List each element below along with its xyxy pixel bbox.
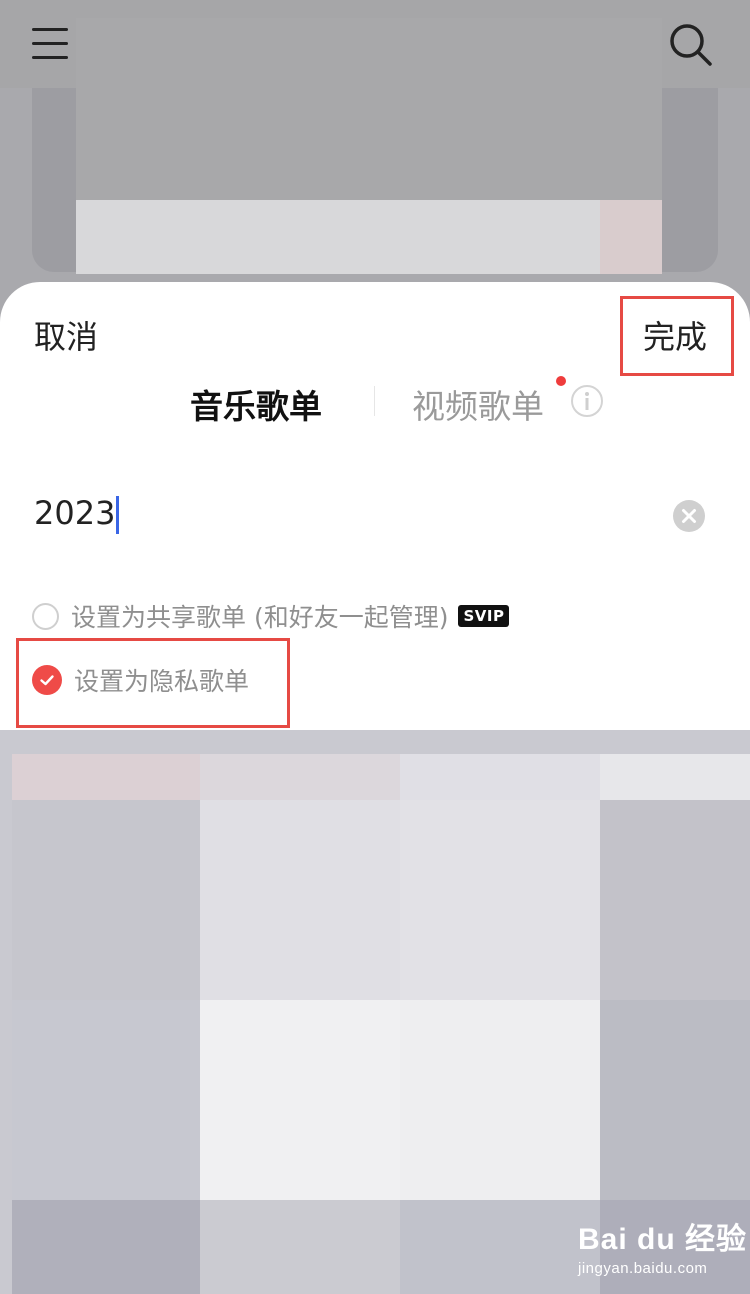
blurred-image <box>600 200 662 274</box>
watermark-main: Bai du 经验 <box>578 1223 748 1256</box>
svip-badge: SVIP <box>458 605 510 627</box>
baidu-jingyan-watermark: Bai du 经验 jingyan.baidu.com <box>578 1214 747 1277</box>
watermark-url: jingyan.baidu.com <box>578 1260 708 1277</box>
new-dot-badge <box>556 376 566 386</box>
create-playlist-sheet: 取消 完成 音乐歌单 视频歌单 2023 设置为共享歌单 (和好友一起管理) S… <box>0 282 750 730</box>
private-highlight-box <box>16 638 290 728</box>
info-icon[interactable] <box>570 384 604 418</box>
text-caret <box>116 496 120 534</box>
blurred-image <box>76 18 662 200</box>
tab-video-playlist[interactable]: 视频歌单 <box>412 380 544 428</box>
blurred-image <box>76 200 600 274</box>
cancel-button[interactable]: 取消 <box>34 312 98 358</box>
clear-icon[interactable] <box>672 499 706 533</box>
radio-unchecked-icon[interactable] <box>32 602 59 630</box>
playlist-name-value: 2023 <box>34 494 116 532</box>
tab-divider <box>374 386 375 416</box>
shared-option-label: 设置为共享歌单 (和好友一起管理) <box>71 603 449 632</box>
playlist-name-input[interactable]: 2023 <box>34 494 120 534</box>
search-icon[interactable] <box>666 20 714 68</box>
blurred-content <box>0 730 750 1294</box>
menu-icon[interactable] <box>32 28 68 60</box>
done-highlight-box <box>620 296 734 376</box>
shared-playlist-option[interactable]: 设置为共享歌单 (和好友一起管理) SVIP <box>32 600 510 632</box>
tab-music-playlist[interactable]: 音乐歌单 <box>190 380 322 428</box>
